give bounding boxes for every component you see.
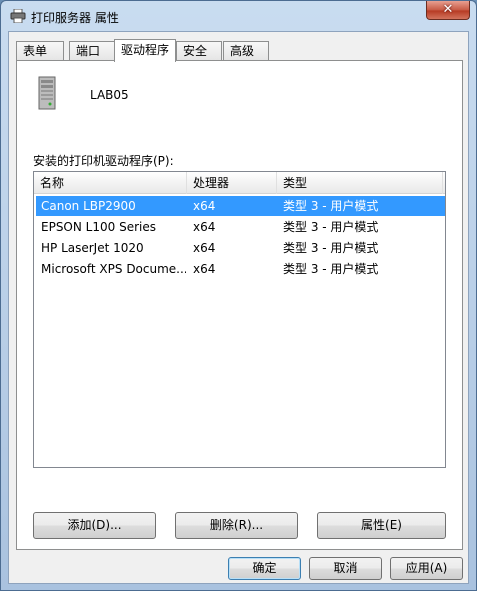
list-header: 名称 处理器 类型 bbox=[34, 172, 445, 194]
column-header-processor[interactable]: 处理器 bbox=[187, 172, 277, 194]
printer-icon bbox=[10, 9, 26, 23]
tab-ports[interactable]: 端口 bbox=[69, 41, 115, 61]
tab-drivers[interactable]: 驱动程序 bbox=[114, 39, 176, 62]
title-bar[interactable]: 打印服务器 属性 ✕ bbox=[1, 1, 476, 31]
server-name: LAB05 bbox=[90, 88, 129, 102]
cancel-button[interactable]: 取消 bbox=[309, 557, 382, 580]
close-button[interactable]: ✕ bbox=[426, 1, 470, 20]
tab-advanced[interactable]: 高级 bbox=[223, 41, 269, 61]
driver-properties-button[interactable]: 属性(E) bbox=[317, 512, 446, 539]
driver-type: 类型 3 - 用户模式 bbox=[283, 199, 379, 213]
tab-security[interactable]: 安全 bbox=[176, 41, 222, 61]
driver-row[interactable]: EPSON L100 Series x64 类型 3 - 用户模式 bbox=[36, 217, 445, 237]
driver-name: Microsoft XPS Docume... bbox=[41, 262, 186, 276]
driver-type: 类型 3 - 用户模式 bbox=[283, 220, 379, 234]
column-header-type[interactable]: 类型 bbox=[277, 172, 443, 194]
add-driver-button[interactable]: 添加(D)... bbox=[33, 512, 156, 539]
driver-name: Canon LBP2900 bbox=[41, 199, 136, 213]
remove-driver-button[interactable]: 删除(R)... bbox=[175, 512, 298, 539]
driver-type: 类型 3 - 用户模式 bbox=[283, 262, 379, 276]
driver-row[interactable]: HP LaserJet 1020 x64 类型 3 - 用户模式 bbox=[36, 238, 445, 258]
installed-drivers-label: 安装的打印机驱动程序(P): bbox=[33, 154, 174, 168]
drivers-tab-panel: LAB05 安装的打印机驱动程序(P): 名称 处理器 类型 Canon LBP… bbox=[16, 60, 463, 550]
driver-processor: x64 bbox=[193, 262, 216, 276]
ok-button[interactable]: 确定 bbox=[228, 557, 301, 580]
window-title: 打印服务器 属性 bbox=[31, 11, 119, 25]
driver-name: EPSON L100 Series bbox=[41, 220, 156, 234]
drivers-list[interactable]: 名称 处理器 类型 Canon LBP2900 x64 类型 3 - 用户模式 … bbox=[33, 171, 446, 468]
apply-button[interactable]: 应用(A) bbox=[390, 557, 463, 580]
driver-row[interactable]: Microsoft XPS Docume... x64 类型 3 - 用户模式 bbox=[36, 259, 445, 279]
driver-row[interactable]: Canon LBP2900 x64 类型 3 - 用户模式 bbox=[36, 196, 445, 216]
server-computer-icon bbox=[38, 76, 56, 110]
driver-processor: x64 bbox=[193, 199, 216, 213]
driver-processor: x64 bbox=[193, 241, 216, 255]
column-header-name[interactable]: 名称 bbox=[34, 172, 187, 194]
print-server-properties-window: 打印服务器 属性 ✕ 表单 端口 驱动程序 安全 高级 LAB05 安装的打印机… bbox=[0, 0, 477, 591]
driver-processor: x64 bbox=[193, 220, 216, 234]
driver-type: 类型 3 - 用户模式 bbox=[283, 241, 379, 255]
dialog-client-area: 表单 端口 驱动程序 安全 高级 LAB05 安装的打印机驱动程序(P): 名称 bbox=[8, 31, 469, 584]
driver-name: HP LaserJet 1020 bbox=[41, 241, 144, 255]
tab-forms[interactable]: 表单 bbox=[16, 41, 64, 61]
